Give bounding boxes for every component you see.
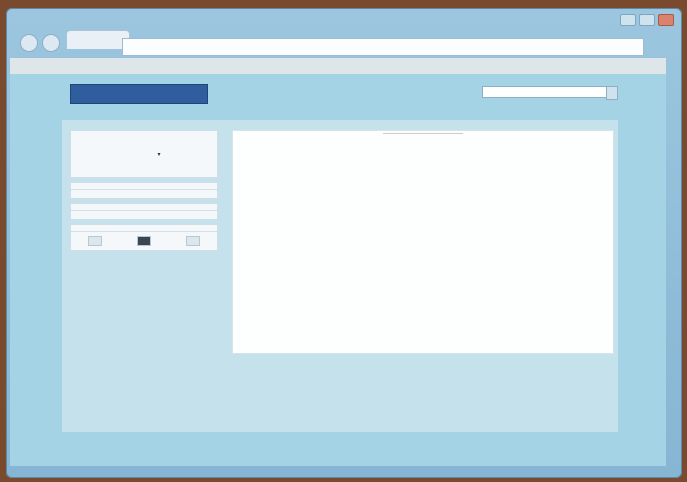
sidebar-box-title (71, 183, 217, 190)
article-panel (232, 130, 614, 354)
search-button[interactable] (606, 86, 618, 100)
icon-row (71, 232, 217, 250)
print-icon[interactable] (136, 236, 151, 246)
sidebar-box (70, 203, 218, 220)
sidebar-box-title (71, 225, 217, 232)
nav-buttons (20, 34, 60, 52)
article-caption (383, 133, 463, 134)
share-icon[interactable] (88, 236, 103, 246)
back-icon[interactable] (20, 34, 38, 52)
search-input[interactable] (482, 86, 608, 98)
language-select[interactable]: ▾ (70, 130, 218, 178)
sidebar-link[interactable] (71, 194, 217, 198)
minimize-icon[interactable] (620, 14, 636, 26)
window-controls (620, 14, 674, 26)
sidebar-box (70, 182, 218, 199)
close-icon[interactable] (658, 14, 674, 26)
sidebar: ▾ (70, 130, 218, 255)
address-bar[interactable] (122, 38, 644, 56)
maximize-icon[interactable] (639, 14, 655, 26)
email-icon[interactable] (185, 236, 200, 246)
sidebar-link[interactable] (71, 215, 217, 219)
site-menubar (10, 58, 666, 74)
sidebar-box-title (71, 204, 217, 211)
browser-tab[interactable] (66, 30, 130, 49)
chevron-down-icon: ▾ (157, 151, 161, 158)
forward-icon[interactable] (42, 34, 60, 52)
sidebar-box (70, 224, 218, 251)
site-logo[interactable] (70, 84, 208, 104)
